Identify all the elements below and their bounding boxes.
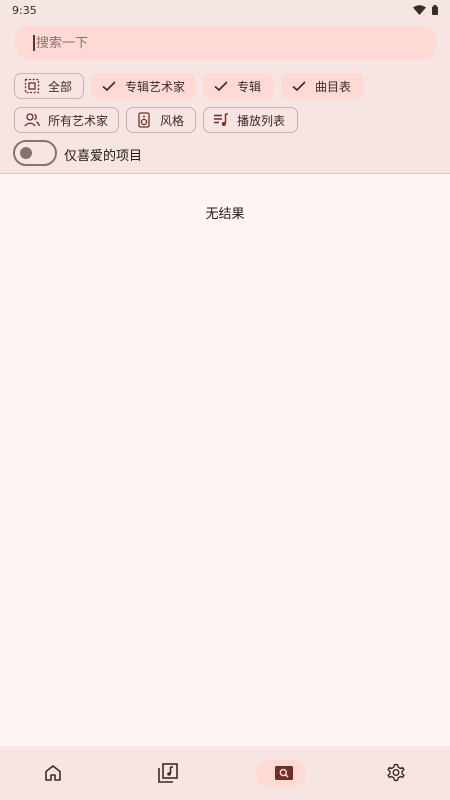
- speaker-icon: [136, 112, 152, 128]
- filter-chip-albums[interactable]: 专辑: [203, 73, 274, 99]
- battery-icon: [432, 5, 438, 15]
- text-caret: [33, 35, 35, 51]
- header-divider: [0, 173, 450, 174]
- filter-chip-all[interactable]: 全部: [14, 73, 84, 99]
- gear-icon: [387, 763, 405, 782]
- people-icon: [24, 112, 40, 128]
- status-bar: 9:35: [0, 0, 450, 20]
- status-icons: [413, 5, 438, 15]
- bottom-navigation: [0, 746, 450, 800]
- select-all-icon: [24, 78, 40, 94]
- filter-chip-playlists[interactable]: 播放列表: [203, 107, 298, 133]
- filter-chip-label: 曲目表: [315, 79, 352, 94]
- filter-chip-label: 风格: [160, 113, 185, 128]
- toggle-knob: [20, 147, 32, 159]
- home-icon: [45, 765, 61, 781]
- favorites-only-toggle[interactable]: [13, 140, 57, 166]
- status-time: 9:35: [12, 3, 37, 17]
- nav-home[interactable]: [25, 759, 81, 787]
- filter-chip-tracks[interactable]: 曲目表: [281, 73, 364, 99]
- filter-chip-genres[interactable]: 风格: [126, 107, 196, 133]
- filter-chip-album-artists[interactable]: 专辑艺术家: [91, 73, 196, 99]
- filter-chip-all-artists[interactable]: 所有艺术家: [14, 107, 119, 133]
- music-library-icon: [158, 763, 178, 783]
- check-icon: [291, 78, 307, 94]
- check-icon: [213, 78, 229, 94]
- nav-settings[interactable]: [368, 759, 424, 787]
- search-icon: [275, 766, 293, 780]
- nav-search[interactable]: [256, 759, 312, 787]
- playlist-icon: [213, 112, 229, 128]
- empty-results-text: 无结果: [205, 207, 245, 222]
- wifi-icon: [413, 5, 426, 15]
- check-icon: [101, 78, 117, 94]
- nav-library[interactable]: [140, 759, 196, 787]
- favorites-only-label: 仅喜爱的项目: [64, 149, 143, 164]
- filter-chip-label: 专辑艺术家: [125, 79, 186, 94]
- filter-chip-label: 专辑: [237, 79, 262, 94]
- search-bar[interactable]: [14, 26, 437, 60]
- filter-chip-label: 全部: [48, 79, 73, 94]
- filter-chip-label: 播放列表: [237, 113, 286, 128]
- search-input[interactable]: [36, 35, 416, 51]
- filter-chip-label: 所有艺术家: [48, 113, 109, 128]
